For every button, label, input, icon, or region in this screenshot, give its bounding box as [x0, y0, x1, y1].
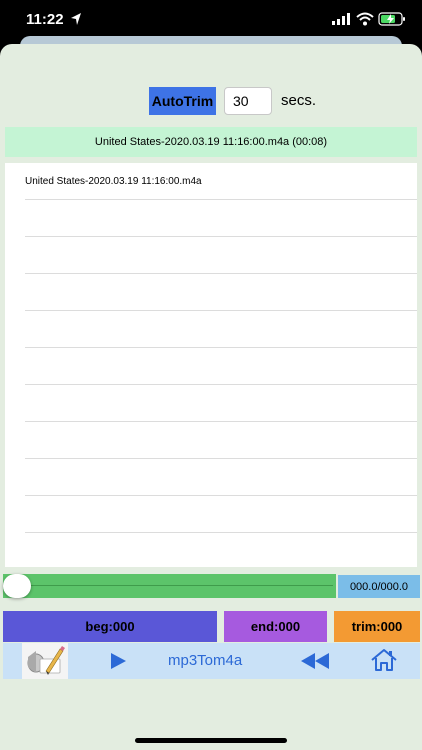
status-time: 11:22	[26, 11, 64, 28]
battery-charging-icon	[378, 12, 405, 26]
file-list-item[interactable]	[25, 533, 417, 570]
file-list-item[interactable]: United States-2020.03.19 11:16:00.m4a	[25, 163, 417, 200]
app-logo-icon	[22, 643, 68, 679]
autotrim-seconds-input[interactable]	[224, 87, 272, 115]
file-list-item[interactable]	[25, 274, 417, 311]
beg-button[interactable]: beg:000	[3, 611, 217, 642]
app-logo-button[interactable]	[22, 643, 68, 679]
seconds-label: secs.	[281, 92, 317, 109]
play-icon[interactable]	[109, 652, 127, 670]
file-list-item[interactable]	[25, 459, 417, 496]
end-button[interactable]: end:000	[224, 611, 327, 642]
selected-file-banner: United States-2020.03.19 11:16:00.m4a (0…	[5, 127, 417, 157]
file-list-item[interactable]	[25, 311, 417, 348]
file-list-item[interactable]	[25, 348, 417, 385]
playback-slider-thumb[interactable]	[3, 574, 31, 598]
cellular-signal-icon	[332, 13, 350, 25]
toolbar-title: mp3Tom4a	[168, 652, 243, 669]
file-list-item[interactable]	[25, 237, 417, 274]
home-icon[interactable]	[370, 648, 398, 672]
file-list-item[interactable]	[25, 422, 417, 459]
file-list-item[interactable]	[25, 385, 417, 422]
slider-track-line	[17, 585, 333, 586]
file-list: United States-2020.03.19 11:16:00.m4a	[5, 163, 417, 567]
home-indicator	[135, 738, 287, 743]
time-display: 000.0/000.0	[338, 575, 420, 598]
wifi-icon	[356, 12, 374, 26]
file-list-item[interactable]	[25, 200, 417, 237]
playback-slider[interactable]	[3, 574, 336, 598]
rewind-icon[interactable]	[300, 652, 330, 670]
file-list-item[interactable]	[25, 496, 417, 533]
autotrim-button[interactable]: AutoTrim	[149, 87, 216, 115]
location-arrow-icon	[71, 13, 81, 25]
trim-button[interactable]: trim:000	[334, 611, 420, 642]
